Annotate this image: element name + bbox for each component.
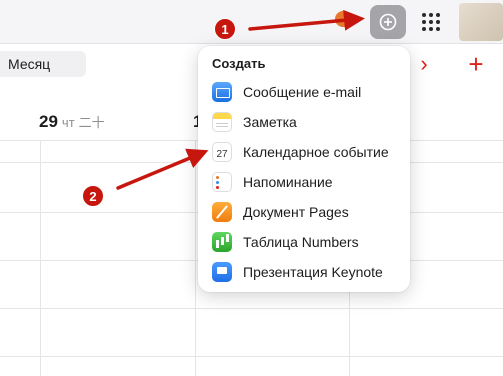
annotation-badge-1: 1 [214,18,236,40]
notification-dot[interactable] [335,11,351,27]
menu-item-label: Таблица Numbers [243,234,359,250]
menu-item-calendar-event[interactable]: 27 Календарное событие [198,138,410,166]
top-bar [0,0,503,44]
menu-item-pages[interactable]: Документ Pages [198,198,410,226]
menu-item-reminder[interactable]: Напоминание [198,168,410,196]
reminders-icon [212,172,232,192]
menu-item-label: Документ Pages [243,204,349,220]
next-period-button[interactable]: › [414,50,434,78]
menu-item-label: Сообщение e-mail [243,84,362,100]
pages-icon [212,202,232,222]
menu-item-label: Напоминание [243,174,333,190]
numbers-icon [212,232,232,252]
notes-icon [212,112,232,132]
annotation-badge-2: 2 [82,185,104,207]
menu-item-label: Презентация Keynote [243,264,383,280]
day-number: 29 [39,112,58,131]
calendar-icon: 27 [212,142,232,162]
menu-item-label: Заметка [243,114,297,130]
apps-grid-icon[interactable] [420,11,442,33]
create-menu: Создать Сообщение e-mail Заметка 27 Кале… [198,46,410,292]
weekday-label: чт [61,115,75,130]
day-header: 29 чт 二十 [39,112,105,134]
add-event-button[interactable]: + [463,49,489,79]
menu-item-numbers[interactable]: Таблица Numbers [198,228,410,256]
plus-circle-icon [379,13,397,31]
keynote-icon [212,262,232,282]
menu-item-email[interactable]: Сообщение e-mail [198,78,410,106]
grid-line [195,140,196,376]
menu-title: Создать [212,56,266,71]
view-selector-month[interactable]: Месяц [0,51,86,77]
menu-item-label: Календарное событие [243,144,389,160]
mail-icon [212,82,232,102]
menu-item-note[interactable]: Заметка [198,108,410,136]
menu-item-keynote[interactable]: Презентация Keynote [198,258,410,286]
grid-line [0,308,503,309]
create-button[interactable] [370,5,406,39]
chinese-date-label: 二十 [78,115,105,130]
grid-line [0,356,503,357]
grid-line [40,140,41,376]
avatar[interactable] [459,3,503,41]
